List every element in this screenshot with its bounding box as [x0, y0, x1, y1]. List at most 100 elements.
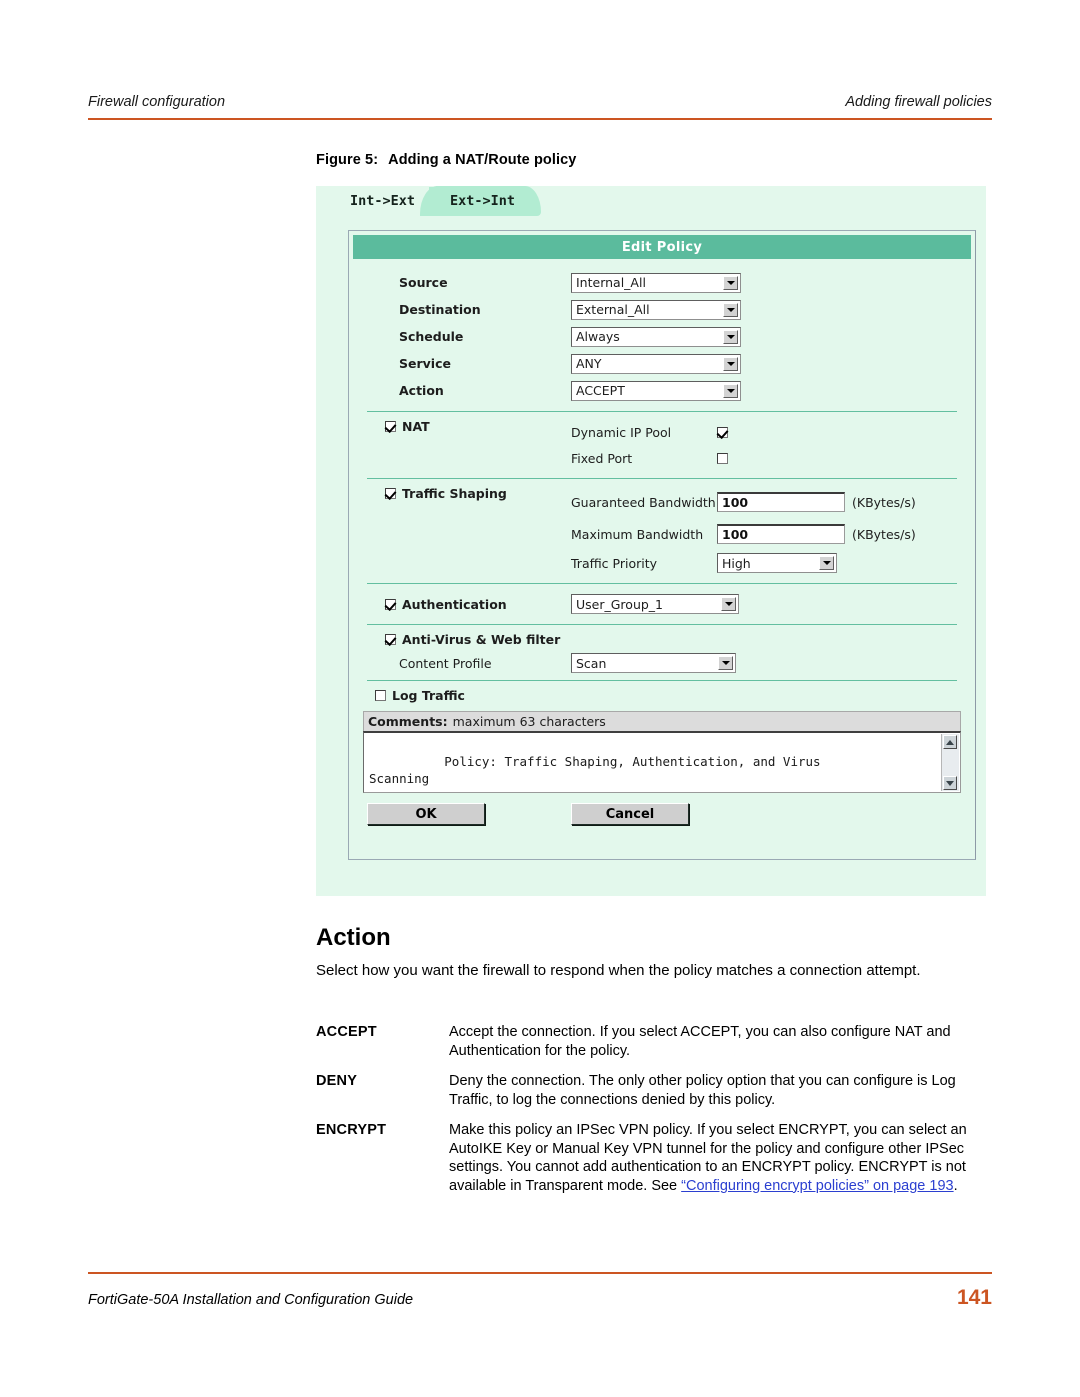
traffic-priority-select[interactable]: High — [717, 553, 837, 573]
nat-section: NAT Dynamic IP Pool Fixed Port — [363, 419, 961, 471]
traffic-shaping-section: Traffic Shaping Guaranteed Bandwidth 100… — [363, 486, 961, 576]
policy-direction-tabs: Int->Ext Ext->Int — [316, 186, 986, 218]
schedule-select-value: Always — [576, 329, 620, 344]
chevron-down-icon[interactable] — [718, 656, 733, 670]
authentication-label: Authentication — [402, 596, 507, 612]
content-profile-value: Scan — [576, 655, 607, 671]
content-profile-label: Content Profile — [399, 655, 492, 671]
chevron-down-icon[interactable] — [723, 302, 738, 317]
page-footer: FortiGate-50A Installation and Configura… — [88, 1286, 992, 1310]
maximum-bandwidth-label: Maximum Bandwidth — [571, 526, 704, 542]
service-select-value: ANY — [576, 356, 602, 371]
chevron-down-icon[interactable] — [723, 275, 738, 290]
authentication-checkbox[interactable] — [385, 598, 396, 610]
action-definition-list: ACCEPT Accept the connection. If you sel… — [316, 1023, 992, 1207]
section-intro-text: Select how you want the firewall to resp… — [316, 962, 921, 979]
nat-label: NAT — [402, 419, 430, 434]
section-divider — [367, 478, 957, 479]
source-select[interactable]: Internal_All — [571, 272, 741, 293]
figure-caption-text: Adding a NAT/Route policy — [388, 152, 577, 168]
traffic-shaping-options: Guaranteed Bandwidth 100 (KBytes/s) Maxi… — [571, 486, 961, 576]
dynamic-ip-pool-row: Dynamic IP Pool — [571, 419, 961, 445]
action-label: Action — [399, 383, 444, 398]
panel-titlebar: Edit Policy — [353, 235, 971, 259]
configuring-encrypt-policies-link[interactable]: “Configuring encrypt policies” on page 1… — [681, 1178, 953, 1194]
panel-title-text: Edit Policy — [621, 239, 703, 255]
chevron-down-icon[interactable] — [721, 597, 736, 611]
fixed-port-checkbox[interactable] — [717, 452, 728, 464]
guaranteed-bandwidth-unit: (KBytes/s) — [852, 494, 916, 510]
definition-term-deny: DENY — [316, 1073, 358, 1089]
authentication-checkbox-group[interactable]: Authentication — [363, 597, 571, 612]
guaranteed-bandwidth-label: Guaranteed Bandwidth — [571, 494, 716, 510]
figure-number: Figure 5: — [316, 152, 379, 168]
comments-scrollbar[interactable] — [941, 734, 959, 791]
footer-divider-rule — [88, 1272, 992, 1274]
footer-guide-title: FortiGate-50A Installation and Configura… — [88, 1292, 414, 1308]
maximum-bandwidth-row: Maximum Bandwidth 100 (KBytes/s) — [571, 518, 961, 550]
user-group-row: User_Group_1 — [571, 591, 961, 617]
chevron-down-icon[interactable] — [723, 356, 738, 371]
definition-item-deny: DENY Deny the connection. The only other… — [316, 1072, 992, 1109]
traffic-shaping-checkbox[interactable] — [385, 488, 396, 499]
action-select[interactable]: ACCEPT — [571, 380, 741, 401]
fixed-port-label: Fixed Port — [571, 450, 633, 466]
source-label: Source — [399, 275, 448, 290]
user-group-value: User_Group_1 — [576, 596, 663, 612]
antivirus-checkbox-group[interactable]: Anti-Virus & Web filter — [363, 632, 961, 647]
section-title: Action — [316, 924, 391, 951]
ok-button[interactable]: OK — [367, 803, 485, 825]
definition-term-accept: ACCEPT — [316, 1024, 377, 1040]
traffic-shaping-checkbox-group[interactable]: Traffic Shaping — [363, 486, 571, 501]
nat-checkbox[interactable] — [385, 421, 396, 432]
section-divider — [367, 411, 957, 412]
guaranteed-bandwidth-row: Guaranteed Bandwidth 100 (KBytes/s) — [571, 486, 961, 518]
log-traffic-group[interactable]: Log Traffic — [363, 688, 961, 703]
chevron-down-icon[interactable] — [819, 556, 834, 570]
destination-select-value: External_All — [576, 302, 650, 317]
definition-item-encrypt: ENCRYPT Make this policy an IPSec VPN po… — [316, 1121, 992, 1195]
traffic-priority-value: High — [722, 555, 751, 571]
schedule-select[interactable]: Always — [571, 326, 741, 347]
definition-desc-deny: Deny the connection. The only other poli… — [449, 1073, 956, 1108]
chevron-down-icon[interactable] — [723, 383, 738, 398]
comments-textarea[interactable]: Policy: Traffic Shaping, Authentication,… — [363, 731, 961, 793]
log-traffic-checkbox[interactable] — [375, 690, 386, 701]
tab-int-to-ext[interactable]: Int->Ext — [336, 186, 429, 216]
section-divider — [367, 624, 957, 625]
dialog-button-row: OK Cancel — [363, 803, 961, 825]
maximum-bandwidth-input[interactable]: 100 — [717, 524, 845, 544]
dynamic-ip-pool-checkbox[interactable] — [717, 426, 728, 438]
nat-options: Dynamic IP Pool Fixed Port — [571, 419, 961, 471]
service-select[interactable]: ANY — [571, 353, 741, 374]
chevron-down-icon[interactable] — [723, 329, 738, 344]
definition-item-accept: ACCEPT Accept the connection. If you sel… — [316, 1023, 992, 1060]
antivirus-checkbox[interactable] — [385, 634, 396, 645]
page-number: 141 — [956, 1286, 992, 1309]
section-divider — [367, 680, 957, 681]
definition-desc-accept: Accept the connection. If you select ACC… — [449, 1024, 951, 1059]
content-profile-control: Scan — [571, 653, 961, 673]
scroll-down-icon[interactable] — [943, 776, 957, 790]
schedule-label: Schedule — [399, 329, 464, 344]
page-header: Firewall configuration Adding firewall p… — [88, 94, 992, 110]
comments-header-bold: Comments: — [368, 714, 448, 729]
traffic-priority-row: Traffic Priority High — [571, 550, 961, 576]
figure-caption: Figure 5: Adding a NAT/Route policy — [316, 152, 576, 168]
header-right-text: Adding firewall policies — [845, 94, 992, 110]
header-left-text: Firewall configuration — [88, 94, 226, 110]
content-profile-row: Content Profile Scan — [363, 653, 961, 673]
scroll-up-icon[interactable] — [943, 735, 957, 749]
section-divider — [367, 583, 957, 584]
nat-checkbox-group[interactable]: NAT — [363, 419, 571, 434]
fixed-port-row: Fixed Port — [571, 445, 961, 471]
definition-term-encrypt: ENCRYPT — [316, 1122, 387, 1138]
tab-ext-to-int[interactable]: Ext->Int — [419, 186, 542, 216]
content-profile-select[interactable]: Scan — [571, 653, 736, 673]
guaranteed-bandwidth-input[interactable]: 100 — [717, 492, 845, 512]
dynamic-ip-pool-label: Dynamic IP Pool — [571, 424, 672, 440]
cancel-button[interactable]: Cancel — [571, 803, 689, 825]
service-label: Service — [399, 356, 451, 371]
user-group-select[interactable]: User_Group_1 — [571, 594, 739, 614]
destination-select[interactable]: External_All — [571, 299, 741, 320]
